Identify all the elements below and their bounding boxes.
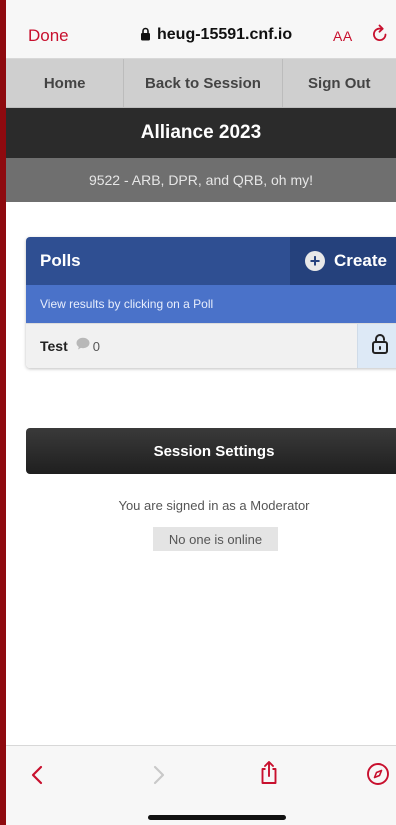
back-icon[interactable] (30, 764, 44, 791)
event-title: Alliance 2023 (6, 108, 396, 158)
poll-list-item[interactable]: Test 0 (26, 323, 396, 368)
plus-circle-icon: + (305, 251, 326, 271)
lock-icon (140, 27, 151, 46)
unlock-poll-button[interactable] (357, 324, 396, 368)
url-field[interactable]: heug-15591.cnf.io (140, 26, 292, 46)
browser-toolbar (6, 745, 396, 825)
session-name: 9522 - ARB, DPR, and QRB, oh my! (6, 158, 396, 202)
nav-home[interactable]: Home (6, 59, 125, 107)
done-button[interactable]: Done (28, 26, 69, 46)
share-icon[interactable] (259, 760, 279, 791)
polls-hint: View results by clicking on a Poll (26, 285, 396, 323)
polls-title: Polls (40, 251, 81, 270)
role-status: You are signed in as a Moderator (118, 498, 310, 513)
forward-icon[interactable] (152, 764, 166, 791)
create-poll-button[interactable]: + Create (290, 237, 396, 285)
comment-icon (76, 337, 90, 355)
phone-screen: Done heug-15591.cnf.io AA Home Back to S… (6, 0, 396, 825)
browser-address-bar: Done heug-15591.cnf.io AA (6, 0, 396, 59)
poll-name: Test (40, 338, 68, 354)
polls-header: Polls + Create (26, 237, 396, 285)
home-indicator (148, 815, 286, 820)
polls-panel: Polls + Create View results by clicking … (26, 237, 396, 368)
session-settings-header[interactable]: Session Settings (26, 428, 396, 474)
poll-response-count: 0 (92, 338, 100, 354)
create-label: Create (334, 251, 387, 270)
online-status: No one is online (153, 527, 278, 551)
text-size-button[interactable]: AA (333, 28, 353, 44)
unlock-icon (371, 333, 389, 360)
compass-icon[interactable] (366, 762, 390, 791)
nav-sign-out[interactable]: Sign Out (283, 59, 396, 107)
url-text: heug-15591.cnf.io (157, 26, 293, 43)
nav-back-to-session[interactable]: Back to Session (124, 59, 283, 107)
reload-icon[interactable] (371, 24, 389, 49)
site-nav: Home Back to Session Sign Out (6, 59, 396, 108)
